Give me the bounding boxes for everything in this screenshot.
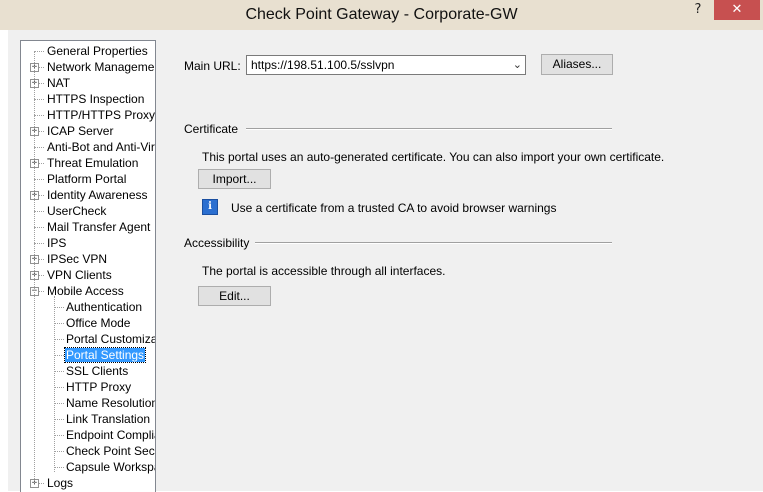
tree-connector — [54, 451, 64, 452]
tree-connector — [34, 147, 44, 148]
certificate-divider — [246, 128, 612, 130]
tree-item-label: Platform Portal — [47, 172, 127, 186]
tree-item[interactable]: Mail Transfer Agent — [46, 220, 151, 235]
tree-item[interactable]: General Properties — [46, 44, 149, 59]
tree-item-label: NAT — [47, 76, 71, 90]
tree-connector — [54, 371, 64, 372]
main-url-dropdown[interactable]: https://198.51.100.5/sslvpn ⌄ — [246, 55, 526, 75]
tree-item-label: Threat Emulation — [47, 156, 139, 170]
tree-connector — [34, 179, 44, 180]
import-button[interactable]: Import... — [198, 169, 271, 189]
tree-item[interactable]: IPSec VPN — [46, 252, 108, 267]
navigation-tree[interactable]: General Properties + Network Management + NA… — [20, 40, 156, 492]
tree-connector — [54, 339, 64, 340]
tree-item-label: Portal Settings — [63, 347, 147, 363]
tree-item[interactable]: Anti-Bot and Anti-Virus — [46, 140, 156, 155]
tree-connector — [34, 227, 44, 228]
tree-item-label: HTTP/HTTPS Proxy — [47, 108, 156, 122]
tree-connector — [34, 211, 44, 212]
tree-connector — [54, 355, 64, 356]
tree-connector — [54, 403, 64, 404]
tree-item[interactable]: Authentication — [65, 300, 143, 315]
tree-item[interactable]: Platform Portal — [46, 172, 127, 187]
tree-item[interactable]: Portal Settings — [63, 347, 147, 363]
certificate-description: This portal uses an auto-generated certi… — [202, 150, 665, 164]
tree-item-label: Network Management — [47, 60, 156, 74]
tree-trunk-line — [34, 51, 35, 483]
tree-item-label: Link Translation — [66, 412, 151, 426]
info-icon: i — [202, 199, 218, 215]
tree-item[interactable]: Check Point Secur — [65, 444, 156, 459]
accessibility-section-title: Accessibility — [184, 236, 256, 250]
edit-button[interactable]: Edit... — [198, 286, 271, 306]
tree-item[interactable]: Endpoint Complian — [65, 428, 155, 443]
tree-connector — [34, 51, 44, 52]
tree-item[interactable]: ICAP Server — [46, 124, 114, 139]
tree-item[interactable]: NAT — [46, 76, 71, 91]
tree-item-label: Mobile Access — [47, 284, 124, 298]
main-url-label: Main URL: — [184, 59, 241, 73]
main-url-value: https://198.51.100.5/sslvpn — [251, 58, 395, 72]
tree-connector — [54, 435, 64, 436]
chevron-down-icon: ⌄ — [512, 58, 522, 71]
tree-item-label: ICAP Server — [47, 124, 114, 138]
tree-item[interactable]: HTTPS Inspection — [46, 92, 145, 107]
close-button[interactable]: ✕ — [714, 0, 760, 20]
tree-connector — [54, 307, 64, 308]
tree-item[interactable]: Mobile Access — [46, 284, 125, 299]
accessibility-description: The portal is accessible through all int… — [202, 264, 446, 278]
tree-item-label: Portal Customizatio — [66, 332, 156, 346]
tree-item[interactable]: Capsule Workspac — [65, 460, 155, 475]
tree-item[interactable]: SSL Clients — [65, 364, 129, 379]
title-bar: Check Point Gateway - Corporate-GW ? ✕ — [0, 0, 763, 30]
tree-item[interactable]: HTTP Proxy — [65, 380, 132, 395]
tree-item-label: Endpoint Complian — [66, 428, 155, 442]
tree-item-label: HTTPS Inspection — [47, 92, 145, 106]
tree-connector — [54, 419, 64, 420]
accessibility-divider — [248, 242, 612, 244]
aliases-button[interactable]: Aliases... — [541, 54, 613, 75]
tree-item-label: VPN Clients — [47, 268, 112, 282]
tree-item-label: UserCheck — [47, 204, 107, 218]
tree-item[interactable]: UserCheck — [46, 204, 107, 219]
tree-item-label: Mail Transfer Agent — [47, 220, 151, 234]
tree-connector — [34, 115, 44, 116]
tree-item-label: IPSec VPN — [47, 252, 108, 266]
tree-item[interactable]: Portal Customizatio — [65, 332, 156, 347]
tree-item-label: Office Mode — [66, 316, 131, 330]
tree-item-label: Capsule Workspac — [66, 460, 155, 474]
tree-item[interactable]: Link Translation — [65, 412, 151, 427]
tree-item[interactable]: Name Resolution — [65, 396, 156, 411]
tree-item[interactable]: HTTP/HTTPS Proxy — [46, 108, 156, 123]
tree-item-label: IPS — [47, 236, 67, 250]
tree-item-label: General Properties — [47, 44, 148, 58]
tree-item-label: Anti-Bot and Anti-Virus — [47, 140, 156, 154]
tree-item[interactable]: Identity Awareness — [46, 188, 149, 203]
tree-item-label: Check Point Secur — [66, 444, 156, 458]
tree-connector — [54, 387, 64, 388]
tree-item-label: Logs — [47, 476, 74, 490]
certificate-info-text: Use a certificate from a trusted CA to a… — [231, 201, 557, 215]
tree-item[interactable]: Office Mode — [65, 316, 131, 331]
tree-connector — [34, 99, 44, 100]
tree-item-label: Name Resolution — [66, 396, 156, 410]
help-button[interactable]: ? — [686, 0, 710, 20]
window-title: Check Point Gateway - Corporate-GW — [245, 6, 518, 23]
tree-item[interactable]: Network Management — [46, 60, 156, 75]
tree-connector — [34, 243, 44, 244]
tree-item-label: Authentication — [66, 300, 143, 314]
tree-item[interactable]: VPN Clients — [46, 268, 113, 283]
tree-connector — [54, 323, 64, 324]
tree-item[interactable]: Threat Emulation — [46, 156, 139, 171]
tree-item[interactable]: IPS — [46, 236, 67, 251]
tree-item-label: HTTP Proxy — [66, 380, 132, 394]
tree-item-label: SSL Clients — [66, 364, 129, 378]
tree-connector — [54, 467, 64, 468]
tree-branch-line — [54, 296, 55, 472]
certificate-section-title: Certificate — [184, 122, 245, 136]
tree-item-label: Identity Awareness — [47, 188, 148, 202]
tree-item[interactable]: Logs — [46, 476, 74, 491]
